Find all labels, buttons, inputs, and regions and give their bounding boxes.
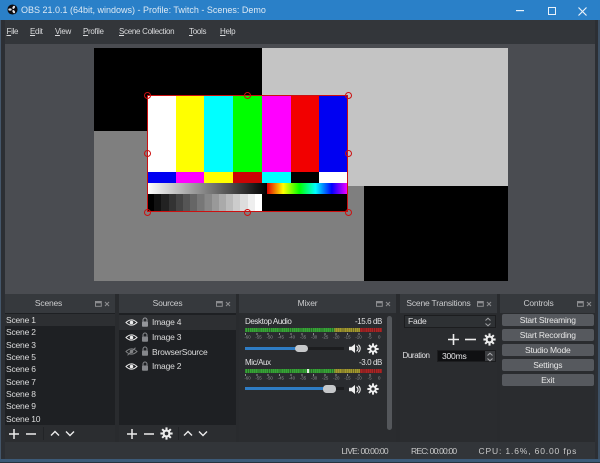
svg-text:-30: -30 — [311, 335, 318, 340]
svg-text:-15: -15 — [344, 376, 351, 381]
svg-text:-10: -10 — [355, 335, 362, 340]
svg-text:0: 0 — [378, 335, 381, 340]
svg-text:-45: -45 — [278, 335, 285, 340]
svg-text:-60: -60 — [244, 335, 251, 340]
svg-text:-55: -55 — [255, 376, 262, 381]
svg-text:-10: -10 — [355, 376, 362, 381]
svg-text:-35: -35 — [300, 376, 307, 381]
svg-text:-50: -50 — [267, 376, 274, 381]
svg-text:-55: -55 — [255, 335, 262, 340]
svg-text:-20: -20 — [333, 376, 340, 381]
svg-text:-5: -5 — [368, 335, 372, 340]
svg-text:0: 0 — [378, 376, 381, 381]
svg-text:-5: -5 — [368, 376, 372, 381]
svg-text:-30: -30 — [311, 376, 318, 381]
svg-text:-60: -60 — [244, 376, 251, 381]
svg-text:-40: -40 — [289, 335, 296, 340]
svg-text:-15: -15 — [344, 335, 351, 340]
svg-text:-50: -50 — [267, 335, 274, 340]
svg-text:-20: -20 — [333, 335, 340, 340]
svg-text:-35: -35 — [300, 335, 307, 340]
svg-text:-25: -25 — [322, 335, 329, 340]
svg-text:-45: -45 — [278, 376, 285, 381]
svg-text:-40: -40 — [289, 376, 296, 381]
svg-text:-25: -25 — [322, 376, 329, 381]
